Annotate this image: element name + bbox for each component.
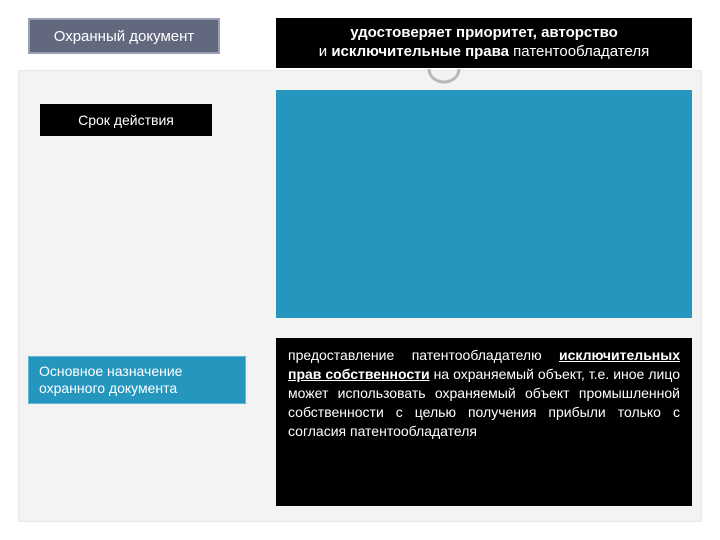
row1-label-text: Охранный документ	[54, 28, 195, 45]
row1-body-line1: удостоверяет приоритет, авторство	[350, 24, 618, 43]
row2-body	[276, 90, 692, 318]
row3-body-pre: предоставление патентообладателю	[288, 347, 559, 363]
row1-label: Охранный документ	[28, 18, 220, 54]
row1-body: удостоверяет приоритет, авторство и искл…	[276, 18, 692, 68]
row1-body-prefix: и	[319, 43, 332, 60]
row3-body: предоставление патентообладателю исключи…	[276, 338, 692, 506]
row3-label-line2: охранного документа	[39, 380, 177, 398]
row1-body-suffix: патентообладателя	[509, 43, 649, 60]
row3-label-line1: Основное назначение	[39, 363, 182, 381]
row1-body-strong2: исключительные права	[331, 43, 509, 60]
row3-label: Основное назначение охранного документа	[28, 356, 246, 404]
row2-label: Срок действия	[40, 104, 212, 136]
row1-body-line2: и исключительные права патентообладателя	[319, 43, 649, 62]
row2-label-text: Срок действия	[78, 112, 174, 128]
